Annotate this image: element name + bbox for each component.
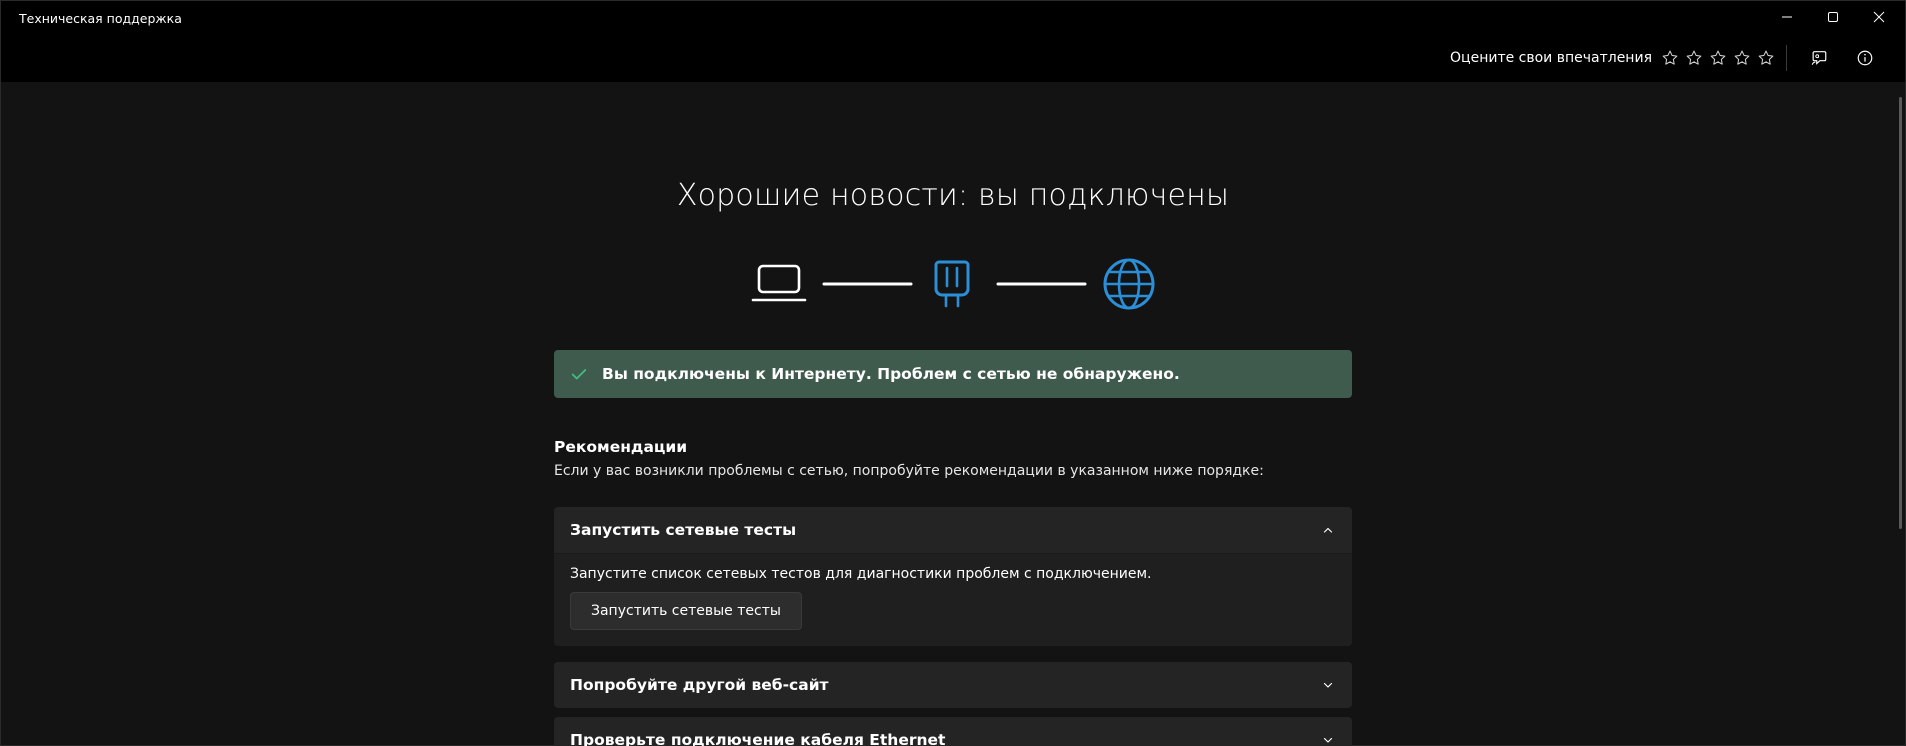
feedback-icon (1811, 51, 1827, 65)
app-window: Техническая поддержка Оцените свои впеча… (0, 0, 1906, 746)
rate-experience-label: Оцените свои впечатления (1450, 50, 1652, 66)
card-title: Проверьте подключение кабеля Ethernet (570, 731, 946, 746)
star-4-icon[interactable] (1730, 46, 1754, 70)
card-title: Попробуйте другой веб-сайт (570, 676, 829, 694)
connection-diagram (751, 258, 1155, 310)
minimize-button[interactable] (1765, 3, 1809, 31)
info-icon (1857, 50, 1873, 66)
checkmark-icon (571, 369, 587, 380)
card-body-run-network-tests: Запустите список сетевых тестов для диаг… (554, 553, 1352, 646)
card-check-ethernet-cable[interactable]: Проверьте подключение кабеля Ethernet (554, 717, 1352, 746)
feedback-button[interactable] (1803, 45, 1835, 71)
card-try-another-website[interactable]: Попробуйте другой веб-сайт (554, 662, 1352, 708)
info-button[interactable] (1849, 45, 1881, 71)
app-title: Техническая поддержка (19, 11, 182, 26)
chevron-down-icon[interactable] (1320, 732, 1336, 746)
card-header-run-network-tests[interactable]: Запустить сетевые тесты (554, 507, 1352, 553)
card-run-network-tests: Запустить сетевые тесты Запустите список… (554, 507, 1352, 646)
maximize-icon (1828, 12, 1838, 22)
run-network-tests-button[interactable]: Запустить сетевые тесты (570, 592, 802, 630)
globe-icon (1103, 258, 1155, 310)
star-1-icon[interactable] (1658, 46, 1682, 70)
router-icon (934, 260, 970, 308)
title-bar: Техническая поддержка Оцените свои впеча… (1, 1, 1905, 82)
page-title: Хорошие новости: вы подключены (676, 178, 1230, 213)
star-3-icon[interactable] (1706, 46, 1730, 70)
star-5-icon[interactable] (1754, 46, 1778, 70)
chevron-up-icon[interactable] (1320, 522, 1336, 538)
status-message: Вы подключены к Интернету. Проблем с сет… (602, 365, 1180, 383)
recommendations-description: Если у вас возникли проблемы с сетью, по… (554, 463, 1264, 479)
card-header-check-ethernet-cable[interactable]: Проверьте подключение кабеля Ethernet (554, 717, 1352, 746)
close-icon (1873, 11, 1885, 23)
chevron-down-icon[interactable] (1320, 677, 1336, 693)
laptop-icon (751, 264, 807, 302)
close-button[interactable] (1857, 3, 1901, 31)
recommendations-title: Рекомендации (554, 438, 688, 456)
minimize-icon (1782, 16, 1792, 18)
rating-stars (1658, 46, 1778, 70)
star-2-icon[interactable] (1682, 46, 1706, 70)
card-body-text: Запустите список сетевых тестов для диаг… (570, 566, 1152, 582)
toolbar-divider (1786, 45, 1787, 71)
main-content: Хорошие новости: вы подключены Вы подклю… (1, 82, 1905, 746)
card-title: Запустить сетевые тесты (570, 521, 797, 539)
card-header-try-another-website[interactable]: Попробуйте другой веб-сайт (554, 662, 1352, 708)
header-toolbar: Оцените свои впечатления (1450, 45, 1881, 71)
vertical-scrollbar[interactable] (1899, 97, 1902, 529)
maximize-button[interactable] (1811, 3, 1855, 31)
connection-status-banner: Вы подключены к Интернету. Проблем с сет… (554, 350, 1352, 398)
